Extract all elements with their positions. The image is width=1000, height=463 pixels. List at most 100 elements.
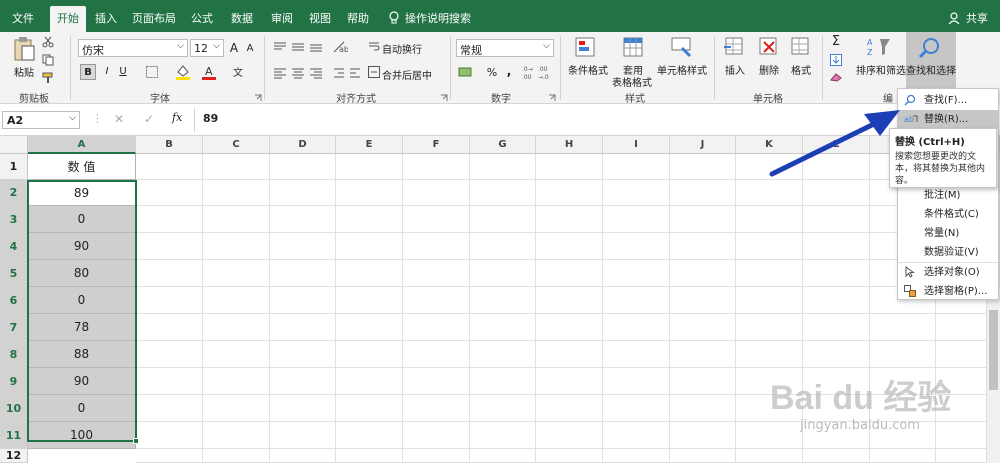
percent-button[interactable]: % bbox=[486, 66, 498, 79]
format-painter-icon[interactable] bbox=[42, 72, 54, 84]
indent-icons[interactable] bbox=[332, 66, 362, 80]
row-header-9[interactable]: 9 bbox=[0, 368, 28, 395]
dialog-launcher-icon[interactable] bbox=[440, 92, 448, 101]
grid-cell[interactable] bbox=[670, 233, 736, 260]
scrollbar-thumb[interactable] bbox=[989, 310, 998, 390]
grid-cell[interactable] bbox=[603, 180, 670, 206]
italic-button[interactable]: I bbox=[100, 64, 114, 80]
phonetic-icon[interactable]: 文 bbox=[232, 66, 246, 79]
grid-cell[interactable] bbox=[270, 233, 336, 260]
grid-cell[interactable] bbox=[736, 314, 803, 341]
grid-cell[interactable] bbox=[203, 233, 270, 260]
grid-cell[interactable] bbox=[536, 233, 603, 260]
paste-button[interactable]: 粘贴 bbox=[10, 64, 38, 79]
delete-cells-icon[interactable] bbox=[758, 36, 780, 58]
menu-item-replace[interactable]: ab 替换(R)... bbox=[898, 110, 998, 129]
grid-cell[interactable] bbox=[203, 314, 270, 341]
grid-cell[interactable] bbox=[136, 206, 203, 233]
grid-cell[interactable] bbox=[403, 260, 470, 287]
cell-styles-icon[interactable] bbox=[670, 36, 694, 58]
grid-cell[interactable] bbox=[536, 154, 603, 180]
grid-cell[interactable] bbox=[670, 395, 736, 422]
grid-cell[interactable] bbox=[536, 449, 603, 463]
grid-cell[interactable] bbox=[336, 260, 403, 287]
fill-icon[interactable] bbox=[830, 54, 842, 66]
tab-formulas[interactable]: 公式 bbox=[186, 8, 218, 30]
format-cells-button[interactable]: 格式 bbox=[786, 62, 816, 77]
grid-cell[interactable] bbox=[536, 422, 603, 449]
grid-cell[interactable] bbox=[136, 260, 203, 287]
grid-cell[interactable] bbox=[403, 287, 470, 314]
tab-review[interactable]: 审阅 bbox=[266, 8, 298, 30]
grid-cell[interactable] bbox=[270, 154, 336, 180]
grid-cell[interactable] bbox=[536, 260, 603, 287]
format-cells-icon[interactable] bbox=[790, 36, 812, 58]
font-size-dropdown[interactable]: 12 ⌵ bbox=[190, 39, 224, 57]
font-name-dropdown[interactable]: 仿宋 ⌵ bbox=[78, 39, 188, 57]
menu-item-select-objects[interactable]: 选择对象(O) bbox=[898, 263, 998, 282]
grid-cell[interactable] bbox=[403, 368, 470, 395]
enter-icon[interactable]: ✓ bbox=[144, 112, 154, 126]
decimal-icons[interactable]: .0→ .00.00 →.0 bbox=[522, 64, 552, 81]
fill-handle[interactable] bbox=[133, 438, 139, 444]
grid-cell[interactable] bbox=[203, 341, 270, 368]
grid-cell[interactable] bbox=[403, 341, 470, 368]
tab-view[interactable]: 视图 bbox=[304, 8, 336, 30]
grid-cell[interactable] bbox=[470, 180, 536, 206]
grid-cell[interactable] bbox=[803, 180, 870, 206]
grid-cell[interactable] bbox=[670, 154, 736, 180]
share-button[interactable]: 共享 bbox=[962, 8, 992, 30]
grid-cell[interactable] bbox=[270, 395, 336, 422]
comma-button[interactable]: , bbox=[504, 64, 514, 78]
orientation-icon[interactable]: ab bbox=[332, 40, 349, 54]
menu-item-constants[interactable]: 常量(N) bbox=[898, 224, 998, 243]
grid-cell[interactable] bbox=[136, 422, 203, 449]
grid-cell[interactable] bbox=[670, 287, 736, 314]
grid-cell[interactable] bbox=[336, 180, 403, 206]
grid-cell[interactable] bbox=[336, 206, 403, 233]
grid-cell[interactable] bbox=[803, 233, 870, 260]
grid-cell[interactable] bbox=[803, 341, 870, 368]
grid-cell[interactable] bbox=[470, 314, 536, 341]
grid-cell[interactable] bbox=[470, 341, 536, 368]
grid-cell[interactable] bbox=[736, 233, 803, 260]
grid-cell[interactable] bbox=[603, 287, 670, 314]
grid-cell[interactable] bbox=[336, 422, 403, 449]
value-cell[interactable]: 0 bbox=[28, 206, 136, 233]
tab-data[interactable]: 数据 bbox=[226, 8, 258, 30]
row-header-10[interactable]: 10 bbox=[0, 395, 28, 422]
grid-cell[interactable] bbox=[136, 233, 203, 260]
grid-cell[interactable] bbox=[603, 314, 670, 341]
grid-cell[interactable] bbox=[603, 422, 670, 449]
value-cell[interactable]: 80 bbox=[28, 260, 136, 287]
tab-file[interactable]: 文件 bbox=[6, 8, 40, 30]
grid-cell[interactable] bbox=[603, 233, 670, 260]
menu-item-data-validation[interactable]: 数据验证(V) bbox=[898, 243, 998, 262]
grid-cell[interactable] bbox=[403, 154, 470, 180]
cut-icon[interactable] bbox=[42, 36, 54, 48]
grid-cell[interactable] bbox=[736, 449, 803, 463]
grid-cell[interactable] bbox=[136, 395, 203, 422]
horizontal-align-icons[interactable] bbox=[272, 66, 326, 80]
font-color-icon[interactable]: A bbox=[202, 64, 216, 80]
column-header-a[interactable]: A bbox=[28, 136, 136, 154]
tab-home[interactable]: 开始 bbox=[50, 6, 86, 32]
select-all-corner[interactable] bbox=[0, 136, 28, 154]
grid-cell[interactable] bbox=[403, 395, 470, 422]
paste-icon[interactable] bbox=[12, 36, 36, 62]
grid-cell[interactable] bbox=[136, 314, 203, 341]
fill-color-icon[interactable] bbox=[176, 64, 190, 80]
grid-cell[interactable] bbox=[336, 449, 403, 463]
menu-item-comments[interactable]: 批注(M) bbox=[898, 186, 998, 205]
grid-cell[interactable] bbox=[670, 314, 736, 341]
grid-cell[interactable] bbox=[670, 449, 736, 463]
shrink-font-button[interactable]: A bbox=[244, 43, 256, 54]
grid-cell[interactable] bbox=[670, 368, 736, 395]
grid-cell[interactable] bbox=[203, 449, 270, 463]
autosum-icon[interactable]: Σ bbox=[830, 34, 842, 49]
grid-cell[interactable] bbox=[470, 287, 536, 314]
row-header-5[interactable]: 5 bbox=[0, 260, 28, 287]
grid-cell[interactable] bbox=[536, 314, 603, 341]
grid-cell[interactable] bbox=[736, 287, 803, 314]
format-as-table-icon[interactable] bbox=[622, 36, 646, 58]
